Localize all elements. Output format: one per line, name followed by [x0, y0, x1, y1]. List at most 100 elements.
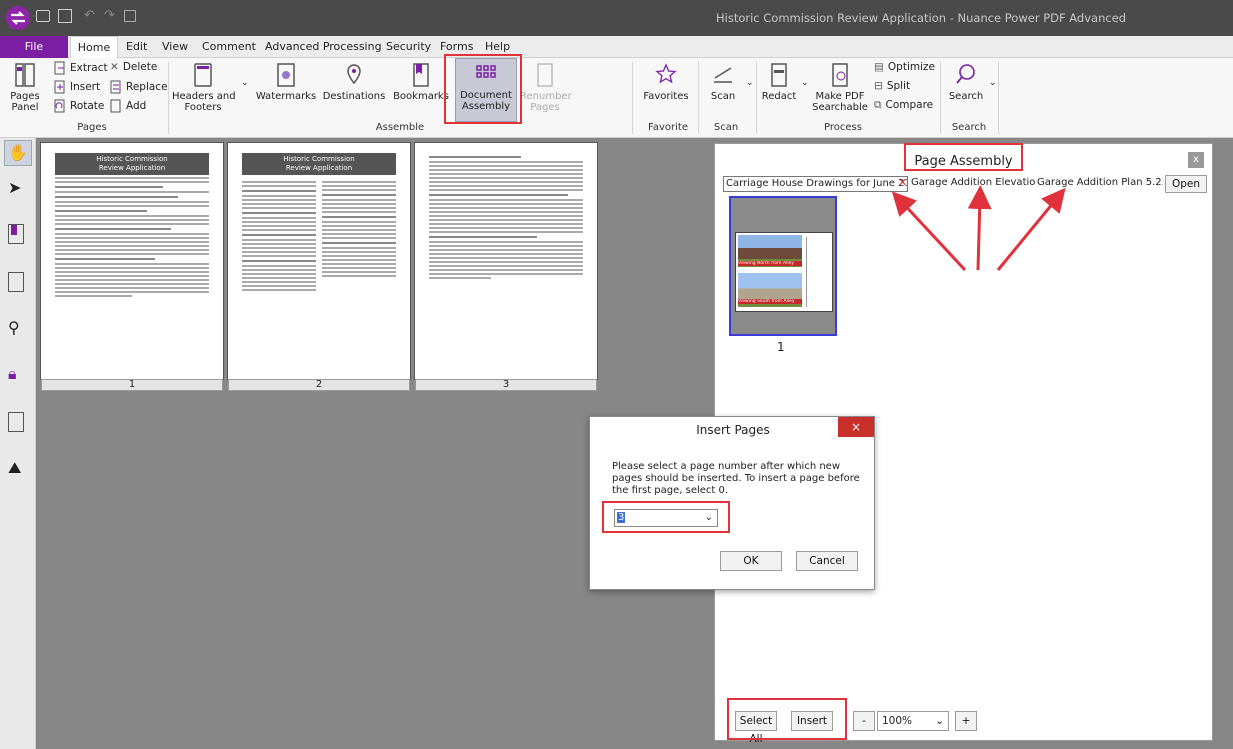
dialog-close-button[interactable]: ×: [838, 417, 874, 437]
assembly-page-thumbnail[interactable]: Viewing North from Alley Viewing South f…: [729, 196, 837, 336]
page-thumbnail-2[interactable]: Historic Commission Review Application: [228, 143, 410, 379]
scan-icon: [714, 67, 732, 83]
replace-button[interactable]: Replace: [110, 80, 168, 94]
pages-panel-icon: [15, 63, 35, 87]
pages-panel-button[interactable]: Pages Panel: [6, 62, 44, 113]
redact-button[interactable]: Redact: [760, 62, 798, 102]
chevron-down-icon: ⌄: [935, 715, 944, 727]
group-label-favorite: Favorite: [648, 122, 688, 133]
favorites-button[interactable]: Favorites: [640, 62, 692, 102]
window-title: Historic Commission Review Application -…: [716, 11, 1127, 25]
dialog-title: Insert Pages: [696, 423, 770, 437]
ribbon: Pages Panel Extract ✕ Delete Insert Repla…: [0, 58, 1233, 138]
tab-view[interactable]: View: [162, 40, 188, 53]
compare-button[interactable]: ⧉ Compare: [874, 99, 933, 112]
page-number-bar: 1: [41, 379, 223, 391]
dialog-message: Please select a page number after which …: [612, 461, 860, 496]
title-bar: ↶ ↷ Historic Commission Review Applicati…: [0, 0, 1233, 36]
scan-button[interactable]: Scan: [703, 62, 743, 102]
tab-home[interactable]: Home: [70, 36, 118, 59]
tab-advanced-processing[interactable]: Advanced Processing: [265, 40, 382, 53]
group-label-process: Process: [824, 122, 862, 133]
bookmarks-icon: [413, 63, 429, 87]
save-icon[interactable]: [58, 9, 72, 23]
group-label-pages: Pages: [77, 122, 107, 133]
replace-icon: [110, 80, 121, 94]
redact-icon: [771, 63, 787, 87]
left-toolbar: ✋ ➤ ⚲ 🔒︎ ⛰: [0, 138, 36, 749]
tab-forms[interactable]: Forms: [440, 40, 473, 53]
annotation-arrows: [891, 185, 1066, 272]
chevron-down-icon[interactable]: ⌄: [241, 78, 249, 88]
caption-top: Viewing North from Alley: [738, 261, 802, 266]
signature-icon[interactable]: ⛰: [8, 458, 21, 478]
lock-icon[interactable]: 🔒︎: [8, 364, 17, 384]
extract-button[interactable]: Extract: [54, 61, 108, 75]
highlight-page-select: [602, 501, 730, 533]
assembly-page-number: 1: [777, 340, 785, 354]
delete-button[interactable]: ✕ Delete: [110, 61, 157, 73]
redo-icon[interactable]: ↷: [104, 8, 115, 23]
renumber-pages-button[interactable]: Renumber Pages: [520, 62, 572, 113]
split-button[interactable]: ⊟ Split: [874, 80, 910, 92]
chevron-down-icon[interactable]: ⌄: [989, 78, 997, 88]
rotate-icon: [54, 99, 65, 113]
add-icon: [110, 99, 121, 113]
renumber-pages-icon: [537, 63, 553, 87]
open-icon[interactable]: [36, 10, 50, 22]
highlight-select-insert: [727, 698, 847, 740]
insert-icon: [54, 80, 65, 94]
zoom-select[interactable]: 100% ⌄: [877, 711, 949, 731]
star-icon: [655, 63, 677, 84]
rotate-button[interactable]: Rotate: [54, 99, 104, 113]
destinations-icon: [347, 64, 361, 85]
group-label-assemble: Assemble: [375, 122, 425, 133]
open-button[interactable]: Open: [1165, 175, 1207, 193]
make-searchable-icon: [832, 63, 848, 87]
optimize-button[interactable]: ▤ Optimize: [874, 61, 935, 73]
tab-comment[interactable]: Comment: [202, 40, 256, 53]
optimize-icon: ▤: [874, 61, 884, 73]
zoom-in-button[interactable]: +: [955, 711, 977, 731]
close-icon[interactable]: x: [1188, 152, 1204, 168]
cancel-button[interactable]: Cancel: [796, 551, 858, 571]
page-number-bar: 2: [228, 379, 410, 391]
headers-footers-button[interactable]: Headers and Footers: [172, 62, 236, 113]
chevron-down-icon[interactable]: ⌄: [746, 78, 754, 88]
highlight-panel-title: [904, 143, 1023, 171]
tab-security[interactable]: Security: [386, 40, 431, 53]
caption-bottom: Viewing South from Alley: [738, 299, 802, 304]
zoom-out-button[interactable]: -: [853, 711, 875, 731]
page-thumbnail-3[interactable]: [415, 143, 597, 379]
file-tab[interactable]: File: [0, 36, 68, 58]
undo-icon[interactable]: ↶: [84, 8, 95, 23]
ok-button[interactable]: OK: [720, 551, 782, 571]
delete-icon: ✕: [110, 61, 119, 73]
app-logo-icon: [6, 6, 30, 30]
stamp-icon[interactable]: ⚲: [8, 318, 20, 337]
attachments-icon[interactable]: [8, 412, 24, 432]
highlight-document-assembly: [444, 54, 522, 124]
make-pdf-searchable-button[interactable]: Make PDF Searchable: [812, 62, 868, 113]
hand-tool-icon[interactable]: ✋: [4, 140, 32, 166]
quick-access-menu-icon[interactable]: [124, 10, 136, 22]
headers-footers-icon: [194, 63, 212, 87]
page-thumbnail-1[interactable]: Historic Commission Review Application: [41, 143, 223, 379]
tab-edit[interactable]: Edit: [126, 40, 147, 53]
destinations-button[interactable]: Destinations: [320, 62, 388, 102]
watermarks-button[interactable]: Watermarks: [254, 62, 318, 102]
tab-help[interactable]: Help: [485, 40, 510, 53]
search-button[interactable]: Search: [946, 62, 986, 102]
select-tool-icon[interactable]: ➤: [8, 178, 21, 197]
menu-bar: File Home Edit View Comment Advanced Pro…: [0, 36, 1233, 59]
insert-button[interactable]: Insert: [54, 80, 100, 94]
bookmarks-button[interactable]: Bookmarks: [392, 62, 450, 102]
page-number-bar: 3: [415, 379, 597, 391]
bookmarks-panel-icon[interactable]: [8, 224, 24, 244]
compare-icon: ⧉: [874, 99, 882, 111]
add-button[interactable]: Add: [110, 99, 146, 113]
group-label-scan: Scan: [713, 122, 739, 133]
search-icon: [956, 64, 975, 84]
chevron-down-icon[interactable]: ⌄: [801, 78, 809, 88]
pages-panel-icon[interactable]: [8, 272, 24, 292]
